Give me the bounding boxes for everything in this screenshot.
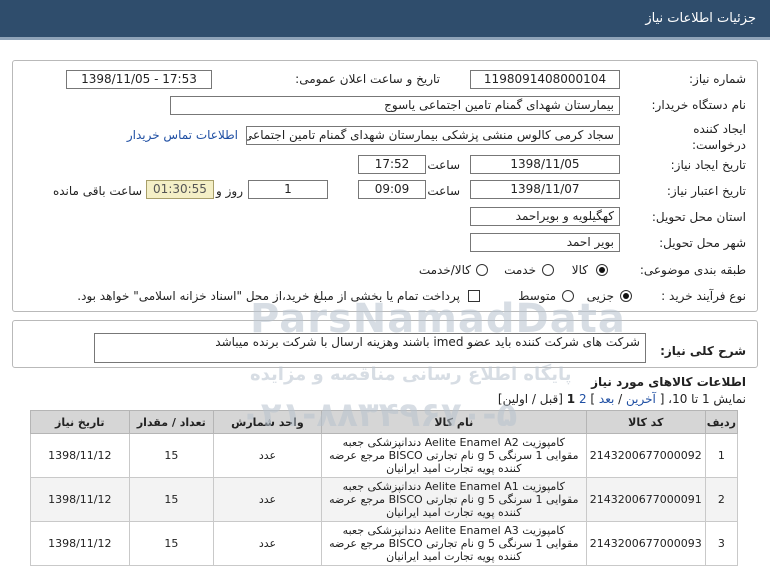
cell-qty: 15 [128, 433, 215, 478]
goods-section-title: اطلاعات کالاهای مورد نیاز [591, 375, 746, 389]
validity-date-field: 1398/11/07 [470, 180, 620, 199]
process-option-partial-label: جزیی [586, 289, 614, 303]
table-row[interactable]: 1 2143200677000092 کامپوزیت Aelite Ename… [30, 433, 739, 478]
process-radio-medium[interactable] [562, 290, 574, 302]
goods-table-header: ردیف کد کالا نام کالا واحد شمارش تعداد /… [30, 410, 739, 434]
city-label: شهر محل تحویل: [659, 236, 746, 250]
cell-qty: 15 [128, 521, 215, 566]
description-label: شرح کلی نیاز: [660, 344, 746, 358]
pagination-next-link[interactable]: بعد [599, 392, 614, 406]
creator-label-line2: درخواست: [692, 138, 746, 152]
category-radio-goods[interactable] [596, 264, 608, 276]
goods-table: ردیف کد کالا نام کالا واحد شمارش تعداد /… [30, 410, 739, 566]
col-header-qty: تعداد / مقدار [128, 410, 215, 434]
cell-qty: 15 [128, 477, 215, 522]
cell-row: 3 [704, 521, 739, 566]
days-label: روز و [216, 184, 243, 198]
buyer-field: بیمارستان شهدای گمنام تامین اجتماعی یاسو… [170, 96, 620, 115]
cell-date: 1398/11/12 [30, 477, 130, 522]
cell-unit: عدد [213, 521, 322, 566]
category-radio-goods-service[interactable] [476, 264, 488, 276]
treasury-payment-note: پرداخت تمام یا بخشی از مبلغ خرید،از محل … [77, 289, 460, 303]
cell-row: 2 [704, 477, 739, 522]
cell-code: 2143200677000092 [585, 433, 706, 478]
announce-datetime-label: تاریخ و ساعت اعلان عمومی: [295, 72, 440, 86]
cell-unit: عدد [213, 477, 322, 522]
cell-code: 2143200677000091 [585, 477, 706, 522]
page-header: جزئیات اطلاعات نیاز [0, 0, 770, 40]
buyer-label: نام دستگاه خریدار: [651, 98, 747, 112]
remaining-time-label: ساعت باقی مانده [52, 184, 142, 198]
pagination-prefix: نمایش 1 تا 10، [ [659, 392, 746, 406]
col-header-row: ردیف [704, 410, 739, 434]
category-option-goods-service-label: کالا/خدمت [418, 263, 471, 277]
remaining-days-field: 1 [248, 180, 328, 199]
process-radio-partial[interactable] [620, 290, 632, 302]
pagination-current-page: 1 [566, 392, 576, 406]
process-label: نوع فرآیند خرید : [661, 289, 746, 303]
pagination: نمایش 1 تا 10، [ آخرین / بعد ] 2 1 [قبل … [497, 392, 746, 406]
need-number-label: شماره نیاز: [689, 72, 746, 86]
creator-label-line1: ایجاد کننده [693, 122, 746, 136]
province-label: استان محل تحویل: [651, 210, 746, 224]
table-row[interactable]: 2 2143200677000091 کامپوزیت Aelite Ename… [30, 477, 739, 522]
pagination-last-link[interactable]: آخرین [626, 392, 656, 406]
category-label: طبقه بندی موضوعی: [639, 263, 746, 277]
creator-field: سجاد کرمی کالوس منشی پزشکی بیمارستان شهد… [246, 126, 620, 145]
col-header-date: تاریخ نیاز [30, 410, 130, 434]
description-field: شرکت های شرکت کننده باید عضو imed باشند … [94, 333, 646, 363]
cell-name: کامپوزیت Aelite Enamel A3 دندانپزشکی جعب… [320, 521, 587, 566]
cell-date: 1398/11/12 [30, 433, 130, 478]
cell-name: کامپوزیت Aelite Enamel A1 دندانپزشکی جعب… [320, 477, 587, 522]
create-time-field: 17:52 [358, 155, 426, 174]
page-title: جزئیات اطلاعات نیاز [645, 11, 756, 26]
col-header-code: کد کالا [585, 410, 706, 434]
table-row[interactable]: 3 2143200677000093 کامپوزیت Aelite Ename… [30, 521, 739, 566]
buyer-contact-link[interactable]: اطلاعات تماس خریدار [127, 128, 238, 142]
validity-date-label: تاریخ اعتبار نیاز: [666, 184, 746, 198]
create-date-field: 1398/11/05 [470, 155, 620, 174]
pagination-page-2-link[interactable]: 2 [579, 392, 587, 406]
remaining-time-field: 01:30:55 [146, 180, 214, 199]
cell-unit: عدد [213, 433, 322, 478]
cell-code: 2143200677000093 [585, 521, 706, 566]
category-radio-service[interactable] [542, 264, 554, 276]
col-header-unit: واحد شمارش [213, 410, 322, 434]
city-field: بویر احمد [470, 233, 620, 252]
category-option-service-label: خدمت [504, 263, 536, 277]
pagination-suffix: [قبل / اولین] [497, 392, 563, 406]
category-option-goods-label: کالا [571, 263, 588, 277]
cell-name: کامپوزیت Aelite Enamel A2 دندانپزشکی جعب… [320, 433, 587, 478]
cell-date: 1398/11/12 [30, 521, 130, 566]
validity-time-label: ساعت [427, 184, 460, 198]
announce-datetime-field: 1398/11/05 - 17:53 [66, 70, 212, 89]
create-date-label: تاریخ ایجاد نیاز: [670, 158, 746, 172]
col-header-name: نام کالا [320, 410, 587, 434]
treasury-payment-checkbox[interactable] [468, 290, 480, 302]
need-number-field: 1198091408000104 [470, 70, 620, 89]
create-time-label: ساعت [427, 158, 460, 172]
province-field: کهگیلویه و بویراحمد [470, 207, 620, 226]
validity-time-field: 09:09 [358, 180, 426, 199]
cell-row: 1 [704, 433, 739, 478]
process-option-medium-label: متوسط [518, 289, 556, 303]
